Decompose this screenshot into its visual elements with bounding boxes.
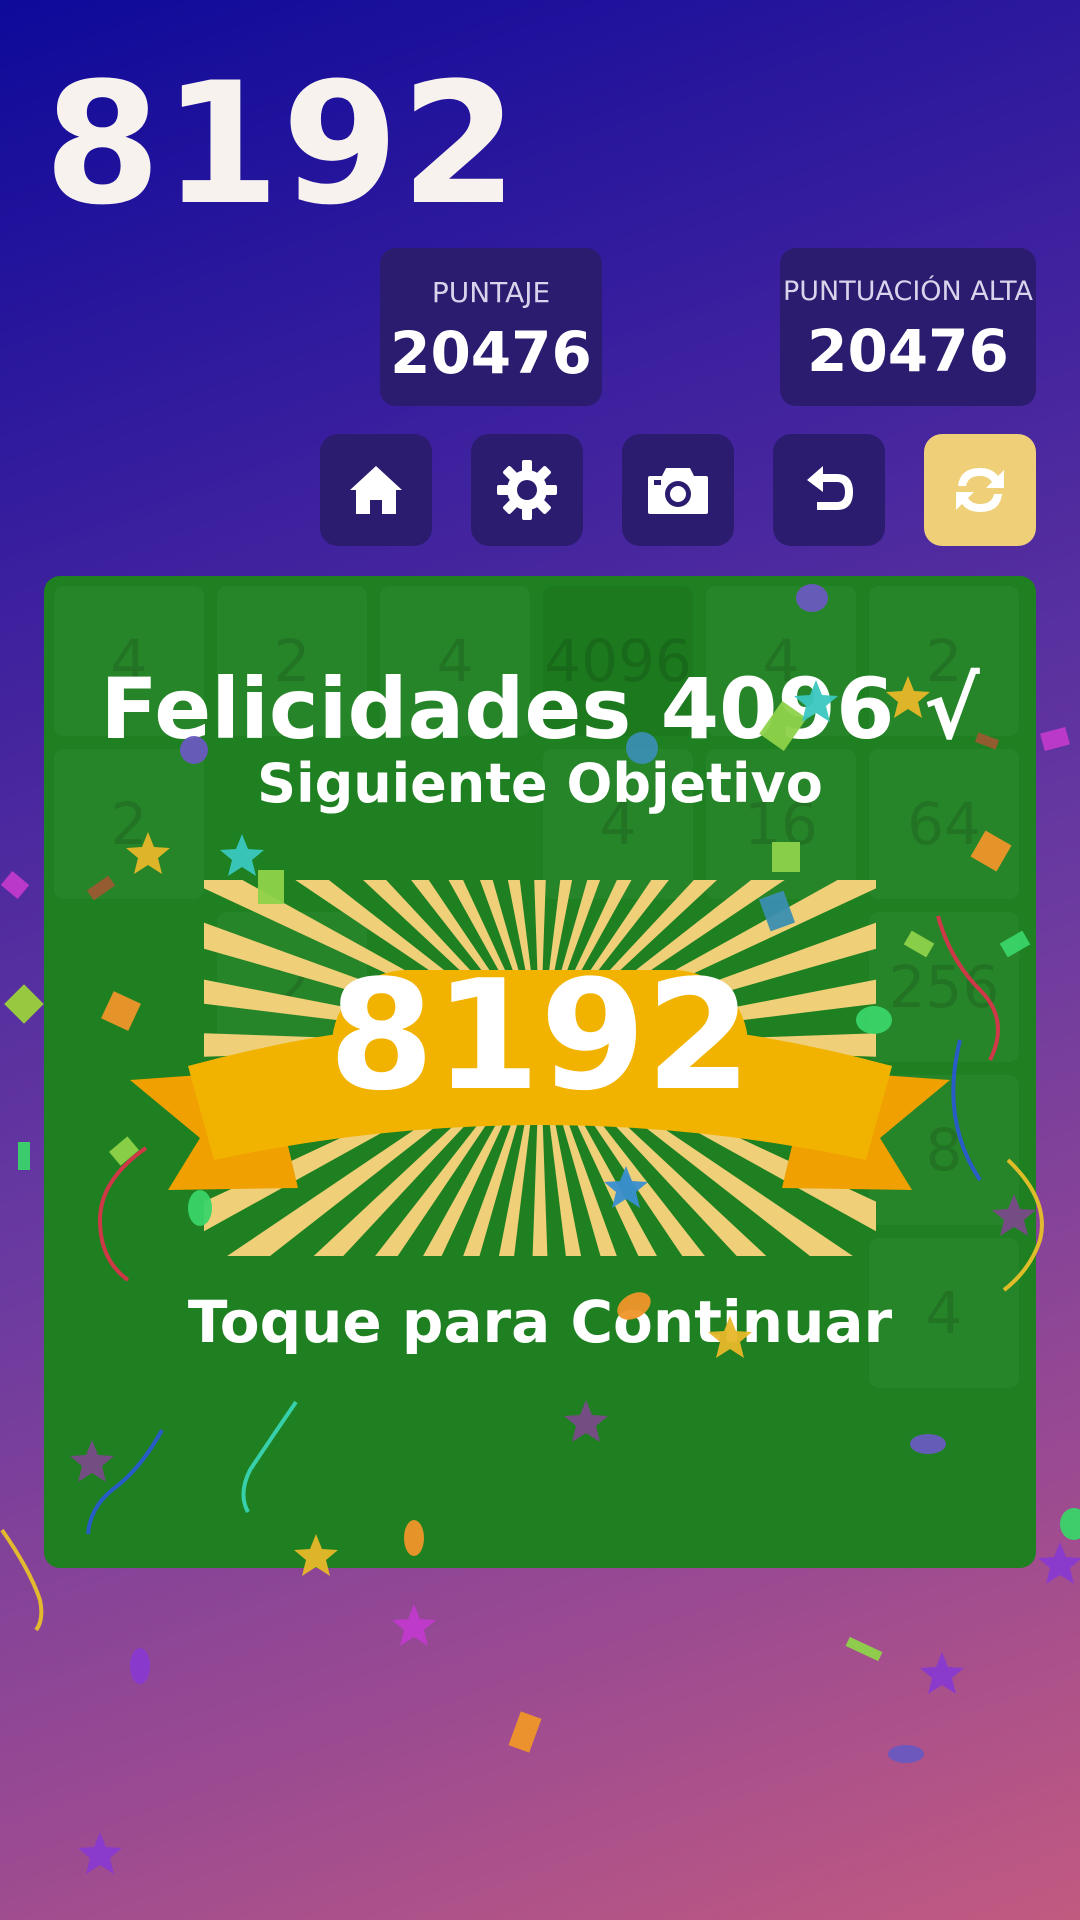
score-value: 20476 [390,319,592,387]
home-button[interactable] [320,434,432,546]
next-goal-label: Siguiente Objetivo [257,752,823,815]
settings-button[interactable] [471,434,583,546]
tap-to-continue[interactable]: Toque para Continuar [0,1288,1080,1356]
best-score-box: PUNTUACIÓN ALTA 20476 [780,248,1036,406]
score-box: PUNTAJE 20476 [380,248,602,406]
best-score-value: 20476 [807,317,1009,385]
score-label: PUNTAJE [431,276,551,309]
home-icon [350,466,402,514]
restart-button[interactable] [924,434,1036,546]
refresh-icon [956,468,1004,512]
undo-icon [807,466,853,510]
best-score-label: PUNTUACIÓN ALTA [782,276,1033,307]
screenshot-button[interactable] [622,434,734,546]
congrats-message: Felicidades 4096 √ [100,660,980,758]
gear-icon [497,460,557,520]
camera-icon [648,468,708,514]
game-title: 8192 [44,46,520,242]
undo-button[interactable] [773,434,885,546]
target-number: 8192 [328,947,752,1124]
